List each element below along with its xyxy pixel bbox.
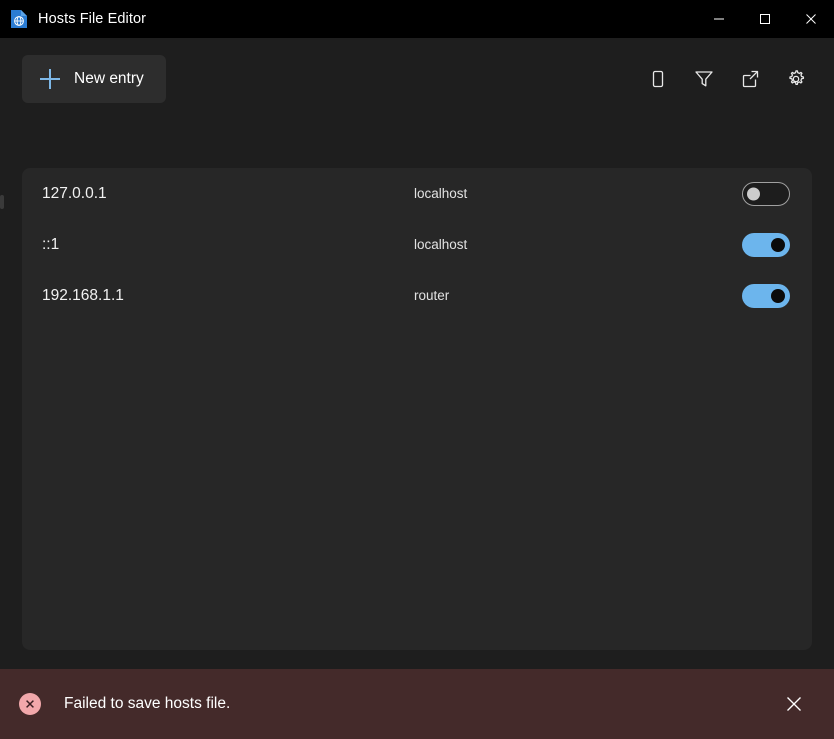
entry-enabled-toggle[interactable] — [742, 233, 790, 257]
scroll-indicator[interactable] — [0, 195, 4, 209]
error-infobar: Failed to save hosts file. — [0, 669, 834, 739]
close-icon[interactable] — [777, 687, 811, 721]
title-bar: Hosts File Editor — [0, 0, 834, 38]
entry-ip: ::1 — [42, 236, 414, 254]
entry-hostname: router — [414, 288, 742, 303]
new-entry-label: New entry — [74, 70, 144, 88]
entries-panel: 127.0.0.1 localhost ::1 localhost 192.16… — [22, 168, 812, 650]
window-controls — [696, 0, 834, 38]
settings-gear-icon[interactable] — [780, 63, 812, 95]
toggle-knob — [771, 238, 785, 252]
entry-hostname: localhost — [414, 237, 742, 252]
entry-ip: 192.168.1.1 — [42, 287, 414, 305]
reading-view-icon[interactable] — [642, 63, 674, 95]
toolbar-actions — [642, 63, 812, 95]
minimize-button[interactable] — [696, 0, 742, 38]
hosts-file-globe-icon — [10, 9, 28, 29]
entry-hostname: localhost — [414, 186, 742, 201]
title-bar-left: Hosts File Editor — [0, 9, 146, 29]
new-entry-button[interactable]: New entry — [22, 55, 166, 103]
toggle-knob — [747, 187, 760, 200]
close-window-button[interactable] — [788, 0, 834, 38]
error-message: Failed to save hosts file. — [64, 695, 777, 713]
open-external-icon[interactable] — [734, 63, 766, 95]
window-title: Hosts File Editor — [38, 11, 146, 27]
toggle-knob — [771, 289, 785, 303]
filter-icon[interactable] — [688, 63, 720, 95]
entry-enabled-toggle[interactable] — [742, 182, 790, 206]
entry-enabled-toggle[interactable] — [742, 284, 790, 308]
entry-ip: 127.0.0.1 — [42, 185, 414, 203]
table-row[interactable]: 192.168.1.1 router — [22, 270, 812, 321]
table-row[interactable]: 127.0.0.1 localhost — [22, 168, 812, 219]
maximize-button[interactable] — [742, 0, 788, 38]
toolbar: New entry — [0, 38, 834, 120]
plus-icon — [40, 69, 60, 89]
error-circle-x-icon — [19, 693, 41, 715]
table-row[interactable]: ::1 localhost — [22, 219, 812, 270]
